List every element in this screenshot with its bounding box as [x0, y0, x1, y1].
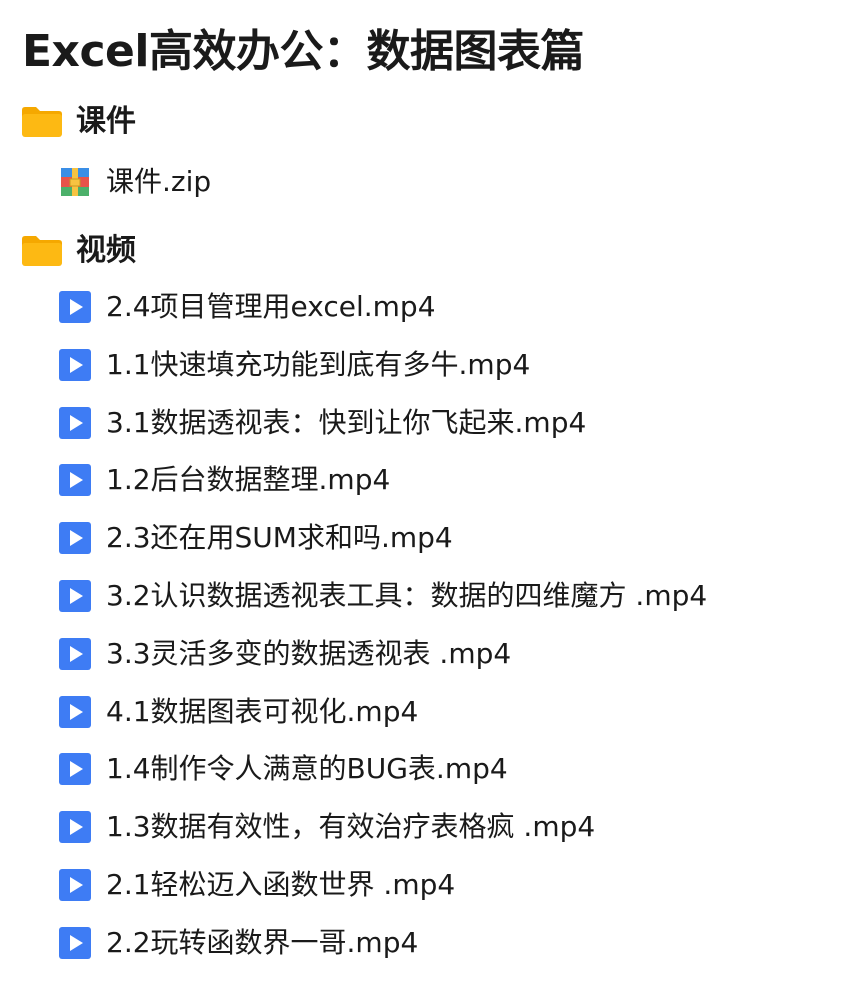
file-name: 2.1轻松迈入函数世界 .mp4 — [106, 868, 456, 901]
folder-courseware[interactable]: 课件 — [20, 102, 136, 142]
video-play-icon — [59, 464, 91, 496]
file-name: 课件.zip — [106, 165, 212, 198]
file-name: 3.2认识数据透视表工具：数据的四维魔方 .mp4 — [106, 579, 708, 612]
folder-icon — [20, 234, 64, 268]
file-row-video[interactable]: 3.1数据透视表：快到让你飞起来.mp4 — [59, 403, 586, 443]
file-row-video[interactable]: 2.4项目管理用excel.mp4 — [59, 287, 436, 327]
file-name: 1.1快速填充功能到底有多牛.mp4 — [106, 348, 531, 381]
video-play-icon — [59, 753, 91, 785]
file-name: 2.4项目管理用excel.mp4 — [106, 290, 436, 323]
video-play-icon — [59, 580, 91, 612]
file-row-video[interactable]: 1.3数据有效性，有效治疗表格疯 .mp4 — [59, 807, 595, 847]
page-title: Excel高效办公：数据图表篇 — [22, 26, 584, 77]
file-name: 1.4制作令人满意的BUG表.mp4 — [106, 752, 508, 785]
folder-label: 课件 — [76, 104, 136, 139]
file-name: 3.3灵活多变的数据透视表 .mp4 — [106, 637, 512, 670]
folder-icon — [20, 105, 64, 139]
file-row-video[interactable]: 2.1轻松迈入函数世界 .mp4 — [59, 865, 455, 905]
file-row-video[interactable]: 3.2认识数据透视表工具：数据的四维魔方 .mp4 — [59, 576, 707, 616]
video-play-icon — [59, 811, 91, 843]
file-name: 1.3数据有效性，有效治疗表格疯 .mp4 — [106, 810, 596, 843]
file-row-video[interactable]: 1.2后台数据整理.mp4 — [59, 460, 390, 500]
file-row-video[interactable]: 4.1数据图表可视化.mp4 — [59, 692, 418, 732]
folder-videos[interactable]: 视频 — [20, 231, 136, 271]
video-play-icon — [59, 638, 91, 670]
video-play-icon — [59, 522, 91, 554]
file-name: 3.1数据透视表：快到让你飞起来.mp4 — [106, 406, 587, 439]
video-play-icon — [59, 696, 91, 728]
file-row-video[interactable]: 3.3灵活多变的数据透视表 .mp4 — [59, 634, 511, 674]
video-play-icon — [59, 349, 91, 381]
video-play-icon — [59, 869, 91, 901]
video-play-icon — [59, 927, 91, 959]
file-row-video[interactable]: 2.2玩转函数界一哥.mp4 — [59, 923, 418, 963]
folder-label: 视频 — [76, 233, 136, 268]
video-play-icon — [59, 291, 91, 323]
file-name: 4.1数据图表可视化.mp4 — [106, 695, 419, 728]
file-row-courseware-zip[interactable]: 课件.zip — [59, 162, 211, 202]
file-name: 2.2玩转函数界一哥.mp4 — [106, 926, 419, 959]
archive-icon — [59, 166, 91, 198]
file-name: 1.2后台数据整理.mp4 — [106, 463, 391, 496]
file-row-video[interactable]: 2.3还在用SUM求和吗.mp4 — [59, 518, 453, 558]
file-name: 2.3还在用SUM求和吗.mp4 — [106, 521, 453, 554]
file-row-video[interactable]: 1.1快速填充功能到底有多牛.mp4 — [59, 345, 530, 385]
file-row-video[interactable]: 1.4制作令人满意的BUG表.mp4 — [59, 749, 508, 789]
video-play-icon — [59, 407, 91, 439]
